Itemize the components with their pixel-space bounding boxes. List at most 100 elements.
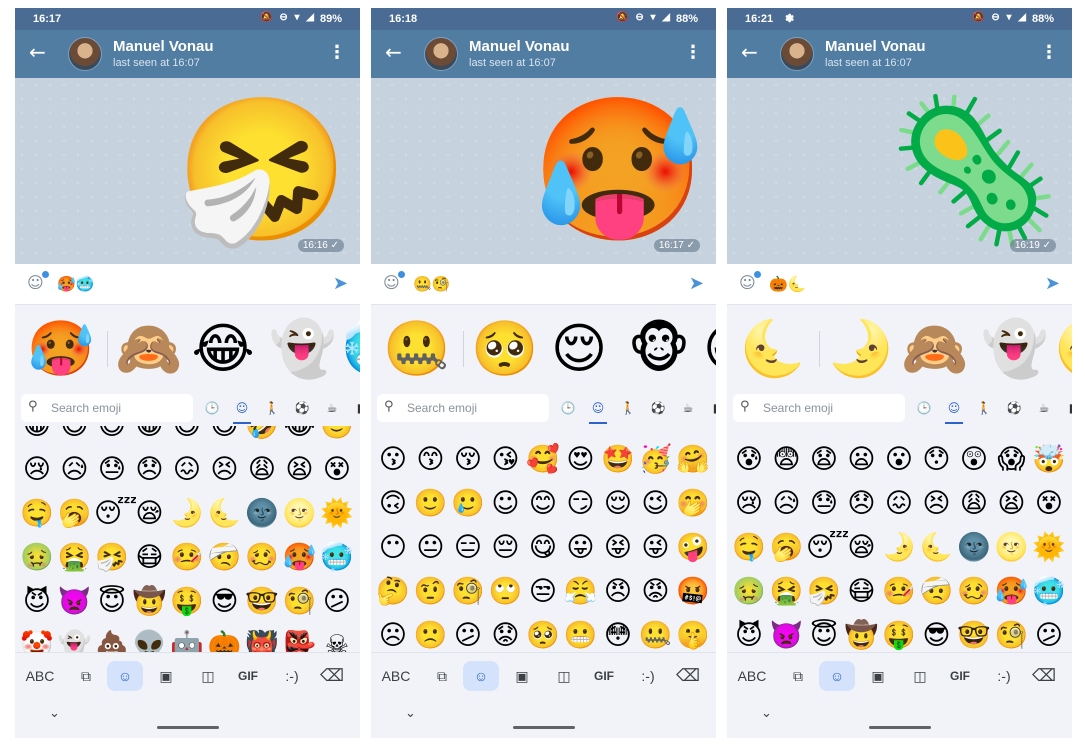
more-menu-icon[interactable]: ⋮ (1040, 42, 1058, 63)
emoji-key[interactable]: 🎃 (207, 628, 243, 652)
emoji-key[interactable]: 😫 (282, 452, 318, 488)
emoji-key[interactable]: 🤢 (731, 574, 767, 610)
emoji-key[interactable]: 😣 (919, 486, 955, 522)
emoji-key[interactable]: 🥶 (1031, 574, 1067, 610)
emoji-key[interactable]: 🙃 (375, 486, 411, 522)
emoji-key[interactable]: 😃 (57, 426, 93, 444)
emoji-category-tab[interactable]: ☺ (233, 399, 251, 417)
emoji-key[interactable]: 😐 (413, 530, 449, 566)
emoji-key[interactable]: 👽 (132, 628, 168, 652)
emoji-key[interactable]: 💩 (94, 628, 130, 652)
emoji-key[interactable]: 🤖 (169, 628, 205, 652)
emoji-category-tab[interactable]: ⚽ (1005, 399, 1023, 417)
emoji-tab-icon[interactable]: ☺ (463, 661, 499, 691)
emoji-key[interactable]: 😪 (844, 530, 880, 566)
emoji-key[interactable]: 🥳 (638, 442, 674, 478)
emoji-key[interactable]: 🤧 (806, 574, 842, 610)
emoji-key[interactable]: 🤑 (169, 584, 205, 620)
emoji-key[interactable]: 🙂 (319, 426, 355, 444)
emoji-key[interactable]: 🤯 (1031, 442, 1067, 478)
sticker-tab-icon[interactable]: ▣ (153, 661, 179, 691)
emoji-key[interactable]: 😢 (19, 452, 55, 488)
chevron-down-icon[interactable]: ⌄ (761, 706, 772, 721)
sticker-tab-icon[interactable]: ▣ (865, 661, 891, 691)
emoji-key[interactable]: 🧐 (994, 618, 1030, 652)
emoji-key[interactable]: 😏 (563, 486, 599, 522)
emoji-key[interactable]: 👺 (282, 628, 318, 652)
contact-name[interactable]: Manuel Vonau (825, 38, 926, 55)
emoji-key[interactable]: 😜 (638, 530, 674, 566)
emoji-key[interactable]: 🥵 (282, 540, 318, 576)
emoji-key[interactable]: 🙁 (413, 618, 449, 652)
emoji-key[interactable]: 🤮 (769, 574, 805, 610)
gif-button[interactable]: GIF (589, 661, 619, 691)
emoji-key[interactable]: 🌞 (319, 496, 355, 532)
emoji-key[interactable]: 🤐 (638, 618, 674, 652)
send-icon[interactable]: ➤ (333, 273, 348, 294)
emoji-key[interactable]: 😕 (319, 584, 355, 620)
emoji-key[interactable]: 😥 (57, 452, 93, 488)
emoji-category-tab[interactable]: ▮ (707, 399, 716, 417)
emoji-key[interactable]: 😱 (994, 442, 1030, 478)
emoji-key[interactable]: 🥵 (994, 574, 1030, 610)
suggestion-sticker[interactable]: 😌 (543, 313, 615, 385)
emoji-key[interactable]: 🤡 (19, 628, 55, 652)
emoji-key[interactable]: 😛 (563, 530, 599, 566)
emoji-key[interactable]: 😙 (413, 442, 449, 478)
emoji-key[interactable]: 👻 (57, 628, 93, 652)
emoji-key[interactable]: 🤠 (844, 618, 880, 652)
emoji-category-tab[interactable]: ▮ (1063, 399, 1072, 417)
emoji-key[interactable]: 🥶 (319, 540, 355, 576)
clipboard-icon[interactable]: ⧉ (73, 661, 99, 691)
emoji-key[interactable]: 🤤 (19, 496, 55, 532)
backspace-icon[interactable]: ⌫ (673, 661, 703, 691)
emoji-key[interactable]: 🌜 (207, 496, 243, 532)
emoticon-button[interactable]: :-) (277, 661, 307, 691)
chevron-down-icon[interactable]: ⌄ (405, 706, 416, 721)
message-input[interactable]: 🎃🌜 (769, 275, 806, 293)
emoji-key[interactable]: 😴 (94, 496, 137, 532)
emoji-key[interactable]: 👿 (769, 618, 805, 652)
suggestion-sticker[interactable]: 🙈 (899, 313, 971, 385)
emoji-key[interactable]: 😝 (600, 530, 636, 566)
emoji-category-tab[interactable]: 🕒 (915, 399, 933, 417)
suggestion-sticker[interactable]: 🌛 (825, 313, 897, 385)
sticker-toggle-icon[interactable]: ☺ (383, 271, 405, 293)
suggestion-sticker[interactable]: 😂 (187, 313, 259, 385)
emoji-key[interactable]: 😫 (994, 486, 1030, 522)
emoji-key[interactable]: 😘 (488, 442, 524, 478)
emoji-key[interactable]: 😅 (207, 426, 243, 444)
emoji-key[interactable]: 😢 (731, 486, 767, 522)
emoji-key[interactable]: 🤪 (675, 530, 711, 566)
emoji-key[interactable]: 🤔 (375, 574, 411, 610)
emoji-key[interactable]: 🤗 (675, 442, 711, 478)
emoji-key[interactable]: 😞 (132, 452, 168, 488)
emoji-key[interactable]: 🤑 (881, 618, 917, 652)
emoji-key[interactable]: 😑 (450, 530, 486, 566)
emoji-key[interactable]: 😄 (94, 426, 130, 444)
contact-name[interactable]: Manuel Vonau (469, 38, 570, 55)
suggestion-sticker[interactable]: 👻 (979, 313, 1051, 385)
emoji-category-tab[interactable]: 🚶 (619, 399, 637, 417)
emoji-category-tab[interactable]: ▮ (351, 399, 360, 417)
emoji-key[interactable]: 😩 (244, 452, 280, 488)
avatar[interactable] (424, 37, 458, 71)
emoji-key[interactable]: 🤫 (675, 618, 711, 652)
contact-name[interactable]: Manuel Vonau (113, 38, 214, 55)
emoji-key[interactable]: 🌞 (1031, 530, 1067, 566)
emoji-key[interactable]: 😔 (488, 530, 524, 566)
emoji-key[interactable]: 😍 (563, 442, 599, 478)
emoticon-button[interactable]: :-) (989, 661, 1019, 691)
emoji-key[interactable]: 😖 (881, 486, 917, 522)
emoji-key[interactable]: 🤧 (94, 540, 130, 576)
emoji-key[interactable]: 😖 (169, 452, 205, 488)
home-handle[interactable] (157, 726, 219, 729)
emoji-tab-icon[interactable]: ☺ (819, 661, 855, 691)
message-input[interactable]: 🤐🧐 (413, 275, 450, 293)
suggestion-sticker[interactable]: 👻 (267, 313, 339, 385)
emoji-key[interactable]: 🤢 (19, 540, 55, 576)
emoji-key[interactable]: 🌚 (956, 530, 992, 566)
emoji-key[interactable]: 😳 (600, 618, 636, 652)
gif-button[interactable]: GIF (945, 661, 975, 691)
emoji-key[interactable]: 😗 (375, 442, 411, 478)
